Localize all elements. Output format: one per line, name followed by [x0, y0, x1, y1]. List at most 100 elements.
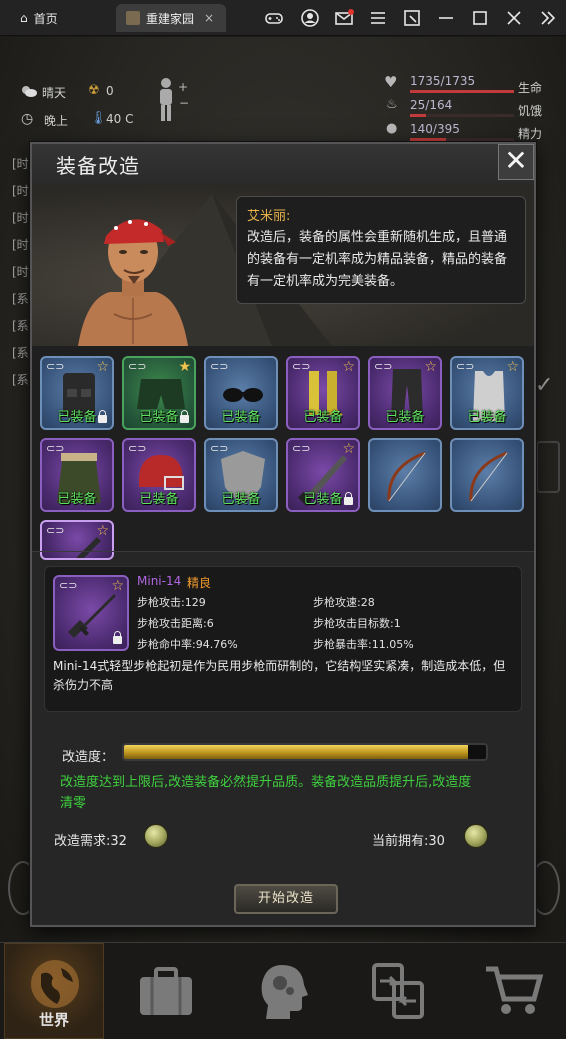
npc-emily-portrait: [78, 219, 188, 346]
star-icon: ☆: [342, 359, 355, 375]
radiation-icon: ☢: [88, 83, 100, 98]
menu-icon[interactable]: [368, 8, 388, 28]
side-button[interactable]: [536, 441, 560, 493]
tab-home[interactable]: ⌂ 首页: [6, 4, 106, 32]
log-line: [系: [12, 292, 29, 306]
nav-world-label: 世界: [38, 1011, 69, 1029]
hp-label: 生命: [518, 81, 543, 95]
requirement: 改造需求:32: [54, 834, 127, 849]
rifle-icon: [68, 594, 116, 638]
energy-icon: ●: [386, 121, 398, 136]
hunger-label: 饥饿: [518, 104, 543, 118]
hunger-bar: [410, 114, 514, 117]
svg-text:+: +: [178, 80, 188, 94]
link-icon: ⊂⊃: [46, 360, 65, 373]
tab-game-label: 重建家园: [146, 11, 195, 26]
log-line: [系: [12, 319, 29, 333]
star-icon: ★: [178, 359, 191, 375]
equipment-slot-machete[interactable]: ⊂⊃ ☆ 已装备: [286, 438, 360, 512]
lock-icon: [344, 492, 353, 505]
thermometer-icon: 🌡: [90, 111, 107, 126]
equipment-slot-bow[interactable]: [450, 438, 524, 512]
mail-icon[interactable]: [334, 8, 354, 28]
close-window-icon[interactable]: [504, 8, 524, 28]
tab-home-label: 首页: [33, 11, 58, 26]
expand-sidebar-icon[interactable]: [538, 8, 558, 28]
stat-attack: 步枪攻击:129: [137, 596, 206, 609]
link-icon: ⊂⊃: [292, 442, 311, 455]
gamepad-icon[interactable]: [264, 8, 284, 28]
weather-icon: [20, 83, 38, 102]
npc-name: 艾米丽:: [247, 209, 291, 224]
equipment-slot-bow[interactable]: [368, 438, 442, 512]
user-icon[interactable]: [300, 8, 320, 28]
close-button[interactable]: ✕: [498, 144, 534, 180]
nav-shop[interactable]: [464, 943, 564, 1039]
equipment-slot-riot-shield[interactable]: ⊂⊃ 已装备: [204, 438, 278, 512]
tab-game[interactable]: 重建家园 ×: [116, 4, 226, 32]
divider: [32, 551, 534, 552]
equipment-slot-cargo-pants[interactable]: ⊂⊃ ☆ 已装备: [368, 356, 442, 430]
equipment-slot-green-shorts[interactable]: ⊂⊃ ★ 已装备: [122, 356, 196, 430]
log-line: [时: [12, 157, 29, 171]
link-icon: ⊂⊃: [128, 442, 147, 455]
owned-amount: 当前拥有:30: [372, 834, 445, 849]
nav-world[interactable]: 世界: [4, 943, 104, 1039]
modify-progress-note: 改造度达到上限后,改造装备必然提升品质。装备改造品质提升后,改造度清零: [60, 775, 472, 811]
briefcase-icon: [140, 967, 192, 1015]
equipment-slot-tank-top[interactable]: ⊂⊃ ☆ 已装备: [450, 356, 524, 430]
hunger-value: 25/164: [410, 98, 453, 112]
star-icon: ☆: [342, 441, 355, 457]
restore-window-icon[interactable]: [402, 8, 422, 28]
stat-accuracy: 步枪命中率:94.76%: [137, 638, 238, 651]
equipped-label: 已装备: [385, 410, 425, 425]
equipment-slot-football-helmet[interactable]: ⊂⊃ 已装备: [122, 438, 196, 512]
radiation-value: 0: [106, 84, 114, 98]
equipment-slot-sunglasses[interactable]: ⊂⊃ 已装备: [204, 356, 278, 430]
log-line: [时: [12, 265, 29, 279]
temperature-value: 40 C: [106, 112, 134, 126]
star-icon: ☆: [506, 359, 519, 375]
lock-icon: [98, 410, 107, 423]
energy-value: 140/395: [410, 122, 460, 136]
equipped-label: 已装备: [221, 492, 261, 507]
tab-close-icon[interactable]: ×: [204, 11, 214, 25]
dialog-header: 装备改造 ✕: [32, 144, 534, 184]
item-detail-panel: ⊂⊃ ☆ Mini-14 精良 步枪攻击:129 步枪攻速:28 步枪攻击距离:…: [44, 566, 522, 712]
equipment-modify-dialog: 装备改造 ✕ 艾米丽: 改造后，装备的属性会重新随机生成，且普通的装备有一定机率: [30, 142, 536, 927]
coin-icon: [144, 824, 168, 848]
equipment-slot-tactical-vest[interactable]: ⊂⊃ ☆ 已装备: [40, 356, 114, 430]
equipment-slot-parka-jacket[interactable]: ⊂⊃ 已装备: [40, 438, 114, 512]
npc-speech-bubble: 艾米丽: 改造后，装备的属性会重新随机生成，且普通的装备有一定机率成为精品装备，…: [236, 196, 526, 304]
weather-text: 晴天: [42, 86, 67, 100]
stat-crit-rate: 步枪暴击率:11.05%: [313, 638, 414, 651]
hp-bar: [410, 90, 514, 93]
log-line: [时: [12, 211, 29, 225]
nav-skills[interactable]: [232, 943, 332, 1039]
globe-icon: [31, 960, 79, 1008]
stat-attack-speed: 步枪攻速:28: [313, 596, 375, 609]
link-icon: ⊂⊃: [128, 360, 147, 373]
maximize-icon[interactable]: [470, 8, 490, 28]
bottom-nav: 世界: [0, 942, 566, 1039]
equipment-slot-yellow-boots[interactable]: ⊂⊃ ☆ 已装备: [286, 356, 360, 430]
start-modify-button[interactable]: 开始改造: [234, 884, 338, 914]
cart-icon: [486, 966, 544, 1014]
bow-icon: [469, 451, 508, 502]
star-icon: ☆: [424, 359, 437, 375]
star-icon: ☆: [96, 359, 109, 375]
log-line: [时: [12, 238, 29, 252]
nav-inventory[interactable]: [116, 943, 216, 1039]
hp-value: 1735/1735: [410, 74, 476, 88]
log-line: [系: [12, 346, 29, 360]
log-line: [时: [12, 184, 29, 198]
modify-progress-label: 改造度：: [62, 750, 115, 765]
item-name: Mini-14: [137, 574, 182, 588]
equipment-slot-rifle[interactable]: ⊂⊃ ☆: [40, 520, 114, 560]
minimize-icon[interactable]: [436, 8, 456, 28]
equipped-label: 已装备: [57, 492, 97, 507]
nav-trade[interactable]: [348, 943, 448, 1039]
body-status-icon[interactable]: + −: [152, 77, 192, 127]
stat-targets: 步枪攻击目标数:1: [313, 617, 401, 630]
link-icon: ⊂⊃: [46, 524, 65, 537]
